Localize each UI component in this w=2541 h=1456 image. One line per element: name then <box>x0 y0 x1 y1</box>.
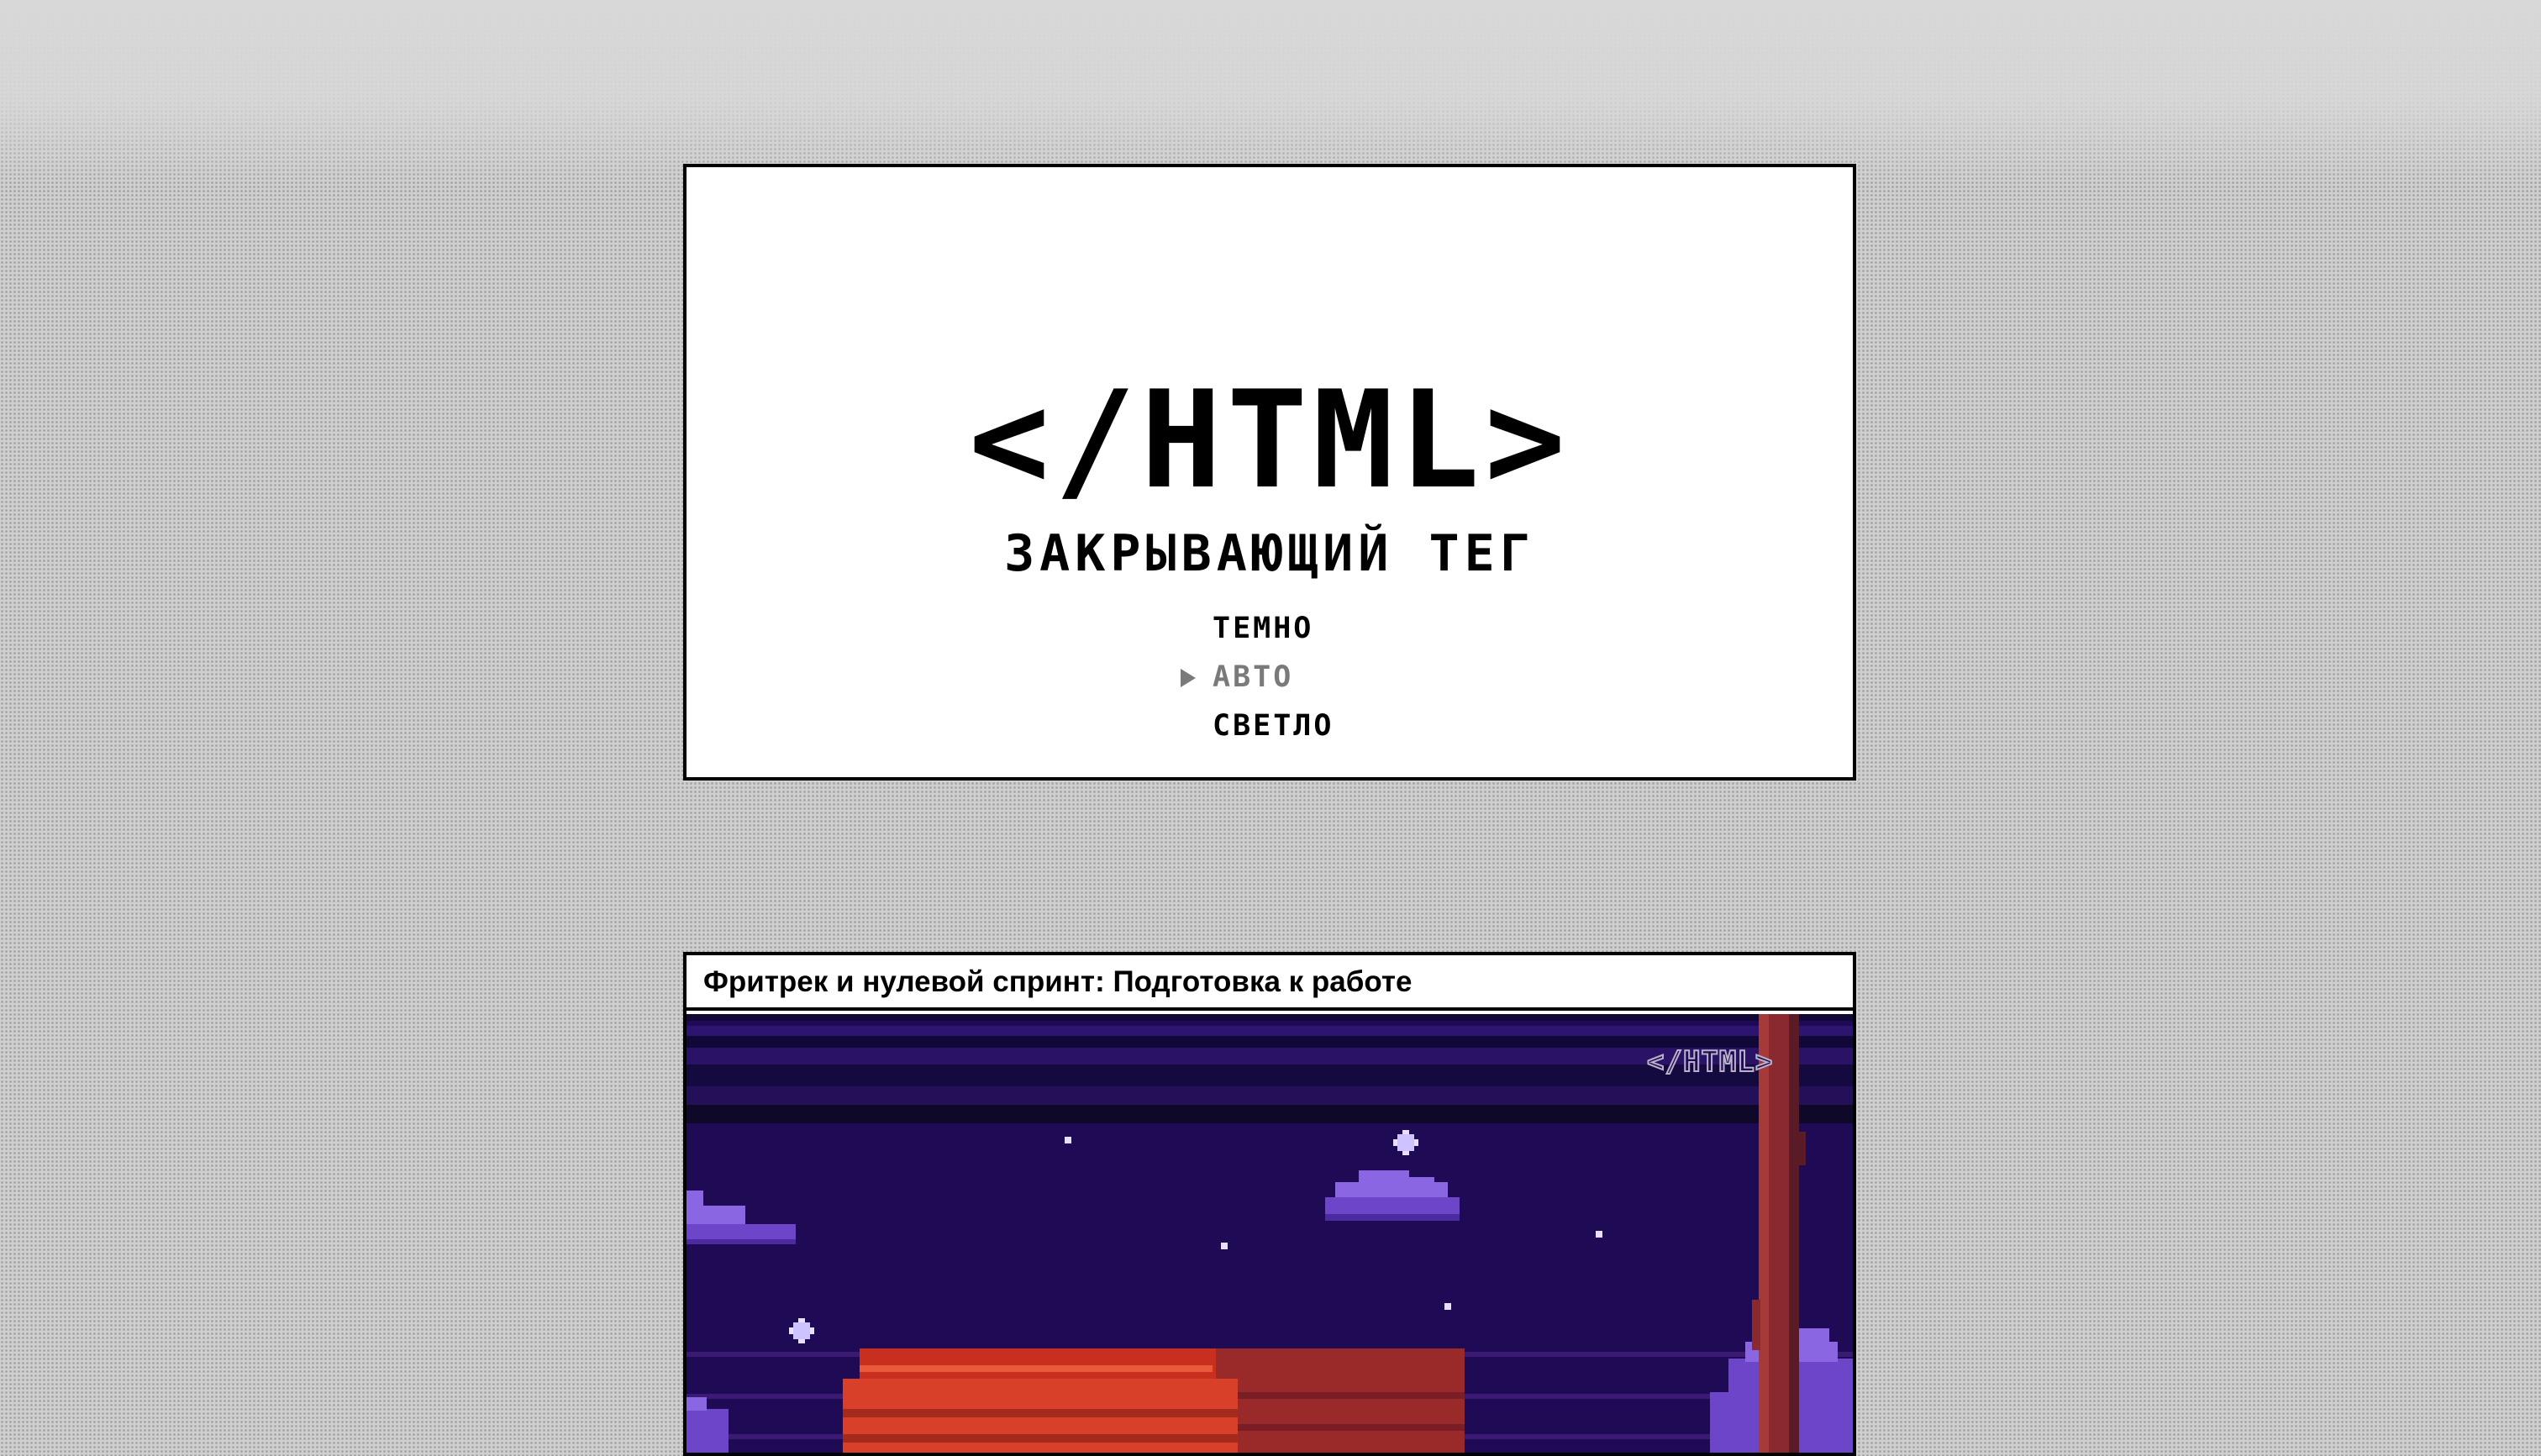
tree-trunk-shape <box>1752 1014 1806 1453</box>
image-watermark-logo: </HTML> <box>1646 1045 1774 1079</box>
theme-option-label: АВТО <box>1213 660 1294 694</box>
theme-option-label: СВЕТЛО <box>1213 709 1334 743</box>
theme-option-dark[interactable]: ТЕМНО <box>1187 604 1456 653</box>
theme-option-label: ТЕМНО <box>1213 612 1314 645</box>
site-logo[interactable]: </HTML> <box>687 373 1853 507</box>
article-cover-image[interactable]: </HTML> <box>687 1014 1853 1453</box>
site-tagline: ЗАКРЫВАЮЩИЙ ТЕГ <box>1004 524 1535 583</box>
theme-switcher: ТЕМНО АВТО СВЕТЛО <box>1181 604 1456 750</box>
pixel-night-scene <box>687 1014 1853 1453</box>
triangle-right-icon <box>1181 669 1196 687</box>
site-header: </HTML> ЗАКРЫВАЮЩИЙ ТЕГ ТЕМНО АВТО СВЕТЛ… <box>683 164 1856 781</box>
theme-option-auto[interactable]: АВТО <box>1181 653 1456 702</box>
article-card[interactable]: Фритрек и нулевой спринт: Подготовка к р… <box>683 952 1856 1456</box>
theme-option-light[interactable]: СВЕТЛО <box>1187 702 1456 750</box>
couch-shape <box>843 1348 1465 1453</box>
article-title[interactable]: Фритрек и нулевой спринт: Подготовка к р… <box>687 955 1853 1011</box>
